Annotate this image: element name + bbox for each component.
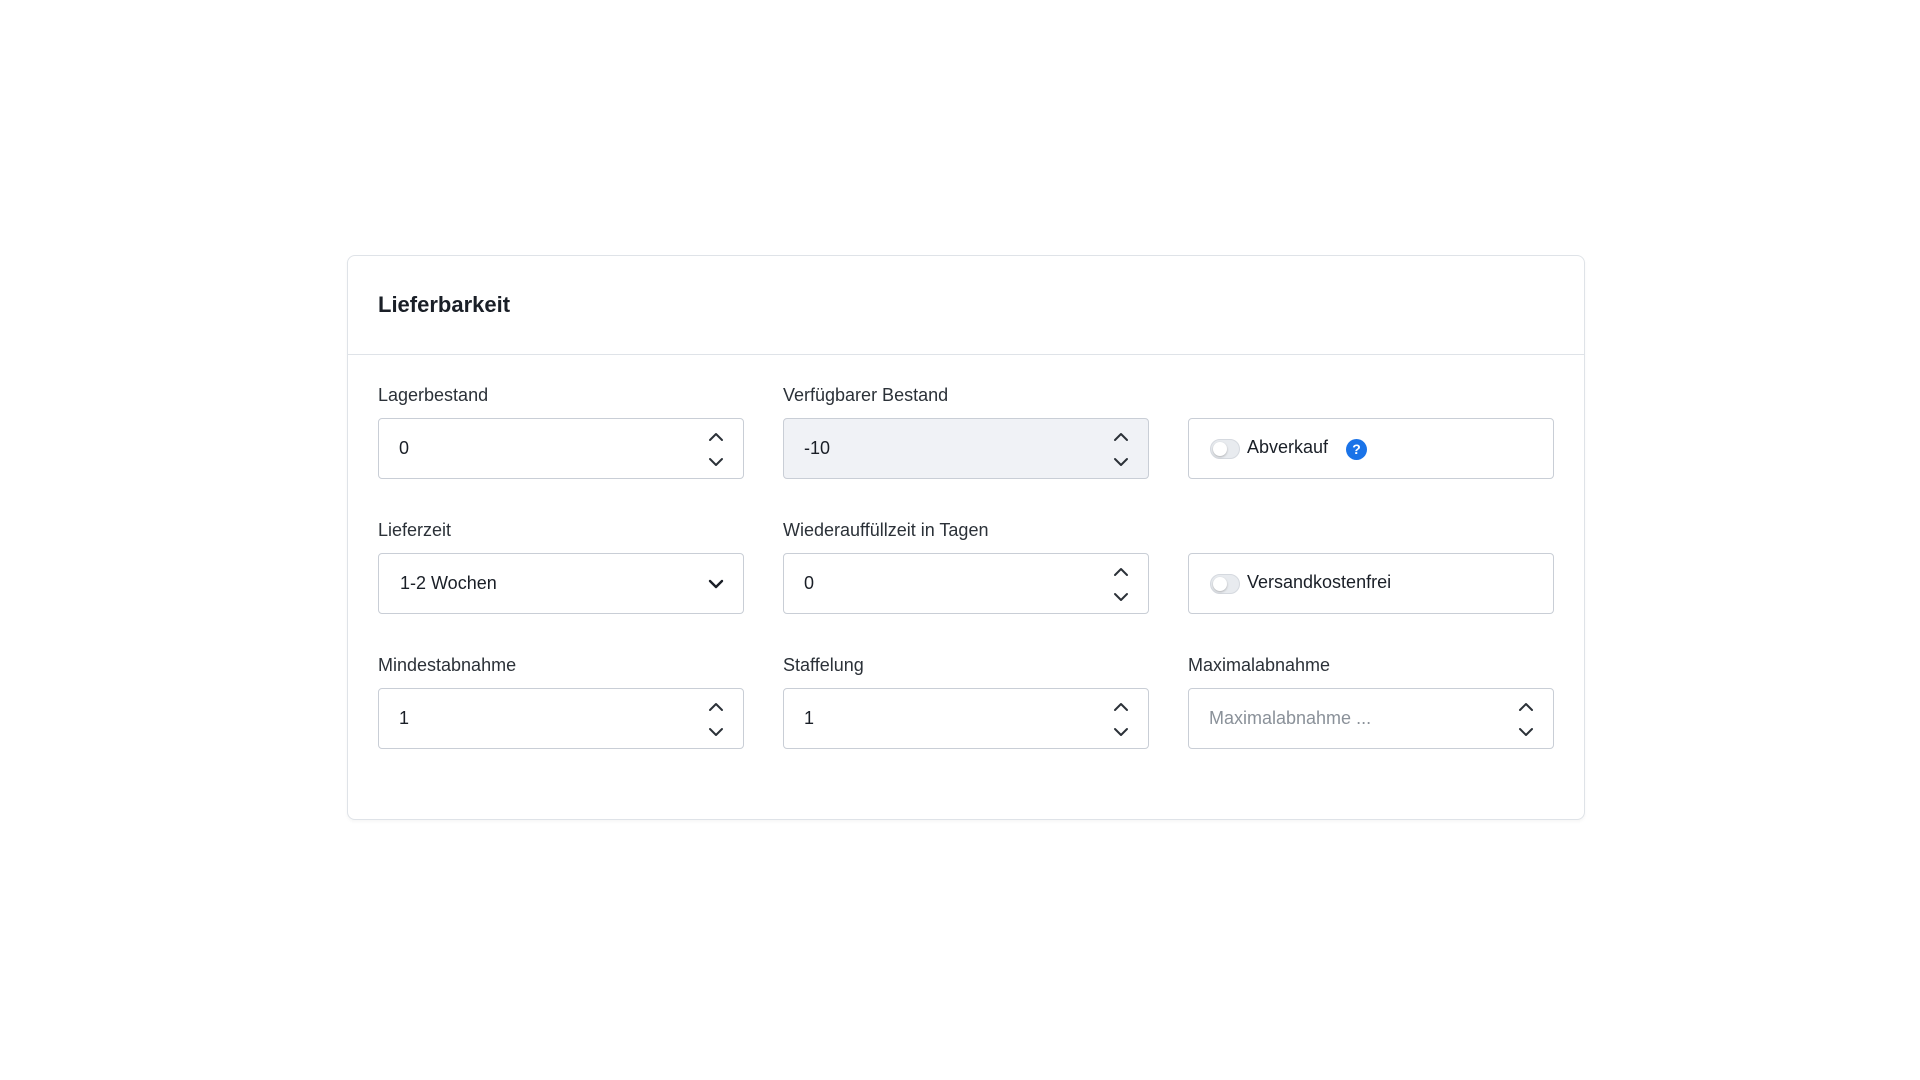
toggle-knob xyxy=(1213,577,1227,591)
max-purchase-label: Maximalabnahme xyxy=(1188,655,1331,675)
clearance-toggle-box: Abverkauf ? xyxy=(1188,418,1554,479)
min-purchase-input-wrapper xyxy=(378,688,744,749)
purchase-steps-stepper xyxy=(1110,697,1132,741)
chevron-up-icon[interactable] xyxy=(1515,697,1537,717)
stock-label: Lagerbestand xyxy=(378,385,489,405)
chevron-down-icon[interactable] xyxy=(1110,722,1132,742)
chevron-down-icon[interactable] xyxy=(705,452,727,472)
toggle-knob xyxy=(1213,442,1227,456)
chevron-up-icon[interactable] xyxy=(705,697,727,717)
clearance-label: Abverkauf xyxy=(1247,437,1329,457)
max-purchase-input-wrapper xyxy=(1188,688,1554,749)
stock-input[interactable] xyxy=(399,433,659,464)
purchase-steps-input-wrapper xyxy=(783,688,1149,749)
free-shipping-toggle-box: Versandkostenfrei xyxy=(1188,553,1554,614)
free-shipping-label: Versandkostenfrei xyxy=(1247,572,1392,592)
min-purchase-label: Mindestabnahme xyxy=(378,655,517,675)
chevron-down-icon xyxy=(707,576,725,592)
restock-time-stepper xyxy=(1110,562,1132,606)
delivery-time-value: 1-2 Wochen xyxy=(400,573,497,593)
min-purchase-stepper xyxy=(705,697,727,741)
card-header: Lieferbarkeit xyxy=(348,256,1584,355)
restock-time-label: Wiederauffüllzeit in Tagen xyxy=(783,520,989,540)
delivery-time-select[interactable]: 1-2 Wochen xyxy=(378,553,744,614)
availability-card: Lieferbarkeit Lagerbestand Verfügbarer B… xyxy=(347,255,1585,820)
max-purchase-input[interactable] xyxy=(1209,703,1469,734)
chevron-up-icon[interactable] xyxy=(705,427,727,447)
purchase-steps-input[interactable] xyxy=(804,703,1064,734)
chevron-down-icon xyxy=(1110,452,1132,472)
chevron-down-icon[interactable] xyxy=(705,722,727,742)
chevron-down-icon[interactable] xyxy=(1110,587,1132,607)
restock-time-input-wrapper xyxy=(783,553,1149,614)
free-shipping-toggle[interactable] xyxy=(1210,574,1240,594)
stock-input-wrapper xyxy=(378,418,744,479)
chevron-up-icon[interactable] xyxy=(1110,562,1132,582)
restock-time-input[interactable] xyxy=(804,568,1064,599)
delivery-time-label: Lieferzeit xyxy=(378,520,452,540)
chevron-down-icon[interactable] xyxy=(1515,722,1537,742)
chevron-up-icon[interactable] xyxy=(1110,697,1132,717)
min-purchase-input[interactable] xyxy=(399,703,659,734)
available-stock-label: Verfügbarer Bestand xyxy=(783,385,949,405)
max-purchase-stepper xyxy=(1515,697,1537,741)
stock-stepper xyxy=(705,427,727,471)
card-title: Lieferbarkeit xyxy=(378,292,511,317)
available-stock-input xyxy=(804,433,1064,464)
question-icon[interactable]: ? xyxy=(1346,439,1367,460)
chevron-up-icon xyxy=(1110,427,1132,447)
purchase-steps-label: Staffelung xyxy=(783,655,864,675)
available-stock-stepper xyxy=(1110,427,1132,471)
clearance-toggle[interactable] xyxy=(1210,439,1240,459)
available-stock-input-wrapper xyxy=(783,418,1149,479)
